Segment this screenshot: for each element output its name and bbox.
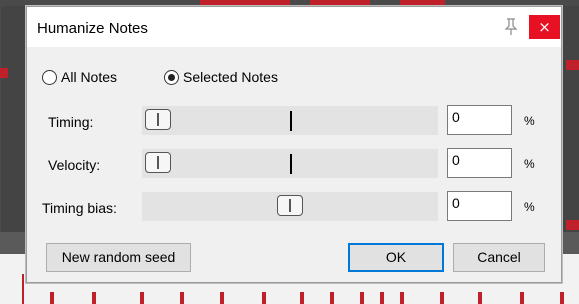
- timing-slider[interactable]: [142, 106, 438, 135]
- timing-input[interactable]: 0: [447, 105, 512, 135]
- timing-bias-slider[interactable]: [142, 192, 438, 221]
- ok-button[interactable]: OK: [348, 243, 444, 272]
- pin-icon[interactable]: [503, 18, 519, 36]
- note-block: [566, 220, 579, 230]
- timing-bias-unit: %: [524, 200, 535, 214]
- timing-label: Timing:: [48, 114, 94, 130]
- radio-circle: [42, 69, 57, 85]
- velocity-slider[interactable]: [142, 149, 438, 178]
- timing-bias-input[interactable]: 0: [447, 191, 512, 221]
- humanize-notes-dialog: Humanize Notes × All Notes Selected Note…: [26, 6, 562, 283]
- slider-center-mark: [290, 111, 292, 131]
- slider-center-mark: [290, 154, 292, 174]
- timing-bias-slider-thumb[interactable]: [277, 195, 303, 216]
- velocity-input[interactable]: 0: [447, 148, 512, 178]
- radio-all-notes-label: All Notes: [61, 69, 118, 85]
- radio-circle: [164, 69, 179, 85]
- timing-unit: %: [524, 114, 535, 128]
- velocity-label: Velocity:: [48, 157, 101, 173]
- timing-bias-label: Timing bias:: [42, 200, 117, 216]
- cancel-button[interactable]: Cancel: [453, 243, 545, 272]
- radio-selected-notes-label: Selected Notes: [183, 69, 278, 85]
- note-block: [566, 60, 579, 70]
- timing-slider-thumb[interactable]: [145, 109, 171, 130]
- titlebar: Humanize Notes ×: [27, 7, 561, 47]
- dialog-title: Humanize Notes: [37, 20, 148, 37]
- radio-selected-notes[interactable]: Selected Notes: [164, 67, 278, 87]
- velocity-unit: %: [524, 157, 535, 171]
- velocity-slider-thumb[interactable]: [145, 152, 171, 173]
- radio-all-notes[interactable]: All Notes: [42, 67, 117, 87]
- new-random-seed-button[interactable]: New random seed: [46, 243, 191, 272]
- note-block: [0, 68, 8, 78]
- close-button[interactable]: ×: [529, 15, 560, 39]
